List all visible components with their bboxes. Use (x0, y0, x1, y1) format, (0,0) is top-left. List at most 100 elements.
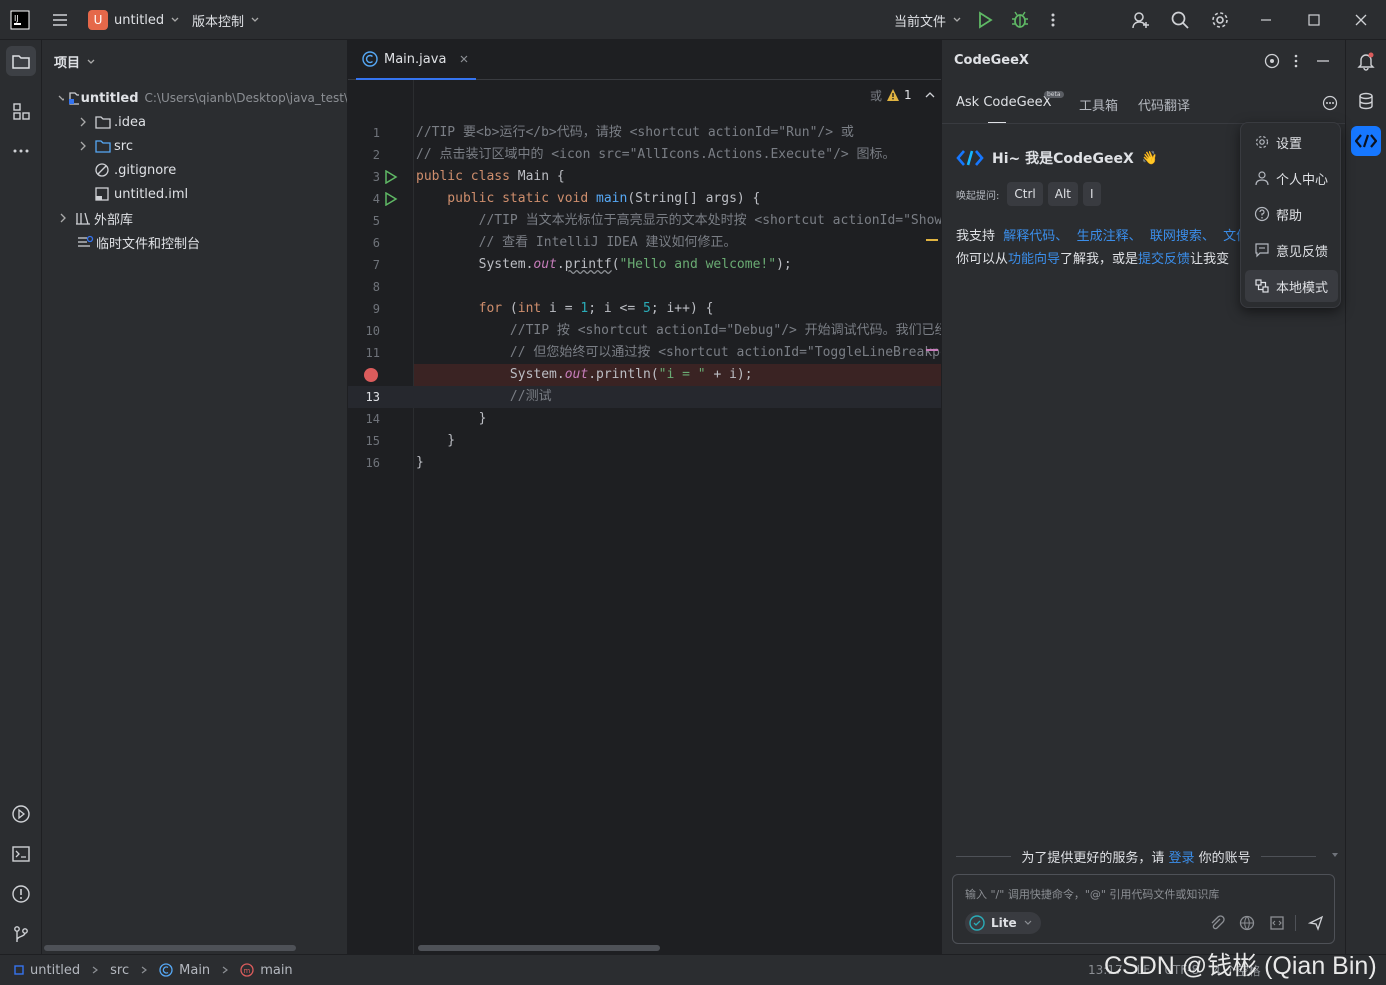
minimize-panel-icon[interactable] (1316, 53, 1330, 69)
link-web-search[interactable]: 联网搜索、 (1150, 229, 1215, 244)
tree-item-gitignore[interactable]: .gitignore (94, 158, 176, 182)
tab-code-translate[interactable]: 代码翻译 (1138, 95, 1190, 114)
problems-tool-button[interactable] (6, 879, 36, 909)
link-generate-comment[interactable]: 生成注释、 (1077, 229, 1142, 244)
method-icon: m (240, 963, 254, 977)
code-line-15: } (416, 430, 455, 452)
chevron-down-icon (87, 59, 95, 64)
menu-item-help[interactable]: 帮助 (1245, 198, 1338, 230)
tree-item-src[interactable]: src (76, 134, 133, 158)
tree-item-external-libs[interactable]: 外部库 (56, 206, 133, 230)
local-mode-icon (1255, 279, 1269, 293)
tree-item-iml[interactable]: untitled.iml (94, 182, 188, 206)
link-explain-code[interactable]: 解释代码、 (1003, 229, 1068, 244)
add-user-icon[interactable] (1131, 0, 1151, 40)
chat-input-box[interactable]: 输入 "/" 调用快捷命令，"@" 引用代码文件或知识库 Lite (952, 874, 1335, 944)
codegeex-tool-button[interactable] (1351, 126, 1381, 156)
chevron-up-icon[interactable] (924, 89, 936, 101)
inspection-widget[interactable]: 或 1 (864, 84, 941, 106)
warning-circle-icon (12, 885, 30, 903)
link-submit-feedback[interactable]: 提交反馈 (1138, 252, 1190, 267)
help-icon (1254, 206, 1270, 222)
tree-item-label: 外部库 (94, 212, 134, 228)
search-icon[interactable] (1170, 0, 1190, 40)
codegeex-title: CodeGeeX (954, 53, 1029, 68)
breadcrumb-src[interactable]: src (110, 963, 129, 978)
close-icon[interactable] (1353, 0, 1369, 40)
line-number: 3 (372, 170, 380, 184)
tab-main-java[interactable]: Main.java (356, 40, 477, 80)
breadcrumb-class[interactable]: Main (179, 963, 210, 978)
project-tool-button[interactable] (6, 46, 36, 76)
support-line: 我支持 解释代码、 生成注释、 联网搜索、 文件 (956, 225, 1246, 244)
more-tools-icon[interactable] (6, 136, 36, 166)
tree-item-scratches[interactable]: 临时文件和控制台 (76, 230, 200, 254)
source-folder-icon (95, 140, 111, 153)
terminal-tool-button[interactable] (6, 839, 36, 869)
run-gutter-icon[interactable] (384, 170, 398, 184)
link-feature-guide[interactable]: 功能向导 (1008, 252, 1060, 267)
tree-item-idea[interactable]: .idea (76, 110, 146, 134)
git-tool-button[interactable] (6, 919, 36, 949)
library-icon (76, 212, 90, 225)
menu-item-settings[interactable]: 设置 (1245, 126, 1338, 158)
change-stripe[interactable] (926, 349, 938, 351)
horizontal-scrollbar[interactable] (418, 945, 660, 951)
breakpoint-icon[interactable] (364, 368, 378, 382)
run-config-select[interactable]: 当前文件 (894, 0, 962, 40)
tab-ask-codegeex[interactable]: Ask CodeGeeX (956, 95, 1052, 110)
login-link[interactable]: 登录 (1169, 851, 1195, 866)
services-tool-button[interactable] (6, 799, 36, 829)
structure-tool-button[interactable] (6, 96, 36, 126)
code-file-icon[interactable] (1269, 915, 1285, 931)
debug-button[interactable] (1010, 0, 1030, 40)
breadcrumb-project[interactable]: untitled (30, 963, 80, 978)
code-token: + i); (705, 367, 753, 382)
code-line-10: //TIP 按 <shortcut actionId="Debug"/> 开始调… (416, 320, 941, 342)
hotkey-alt: Alt (1047, 182, 1078, 206)
warning-stripe[interactable] (926, 239, 938, 241)
warning-count: 1 (904, 88, 912, 102)
chevron-down-icon (1024, 920, 1032, 925)
breadcrumb-method[interactable]: main (260, 963, 292, 978)
menu-item-feedback[interactable]: 意见反馈 (1245, 234, 1338, 266)
database-button[interactable] (1351, 86, 1381, 116)
scroll-down-icon[interactable] (1330, 850, 1340, 860)
chevron-right-icon (80, 117, 86, 127)
chevron-down-icon (953, 17, 961, 22)
maximize-icon[interactable] (1306, 0, 1322, 40)
vcs-menu[interactable]: 版本控制 (192, 0, 260, 40)
close-icon[interactable] (458, 53, 470, 65)
more-actions-icon[interactable] (1045, 0, 1061, 40)
main-menu-icon[interactable] (50, 0, 70, 40)
horizontal-scrollbar[interactable] (44, 945, 296, 951)
line-number: 2 (372, 148, 380, 162)
tab-toolbox[interactable]: 工具箱 (1079, 95, 1118, 114)
gear-icon[interactable] (1210, 0, 1230, 40)
notifications-button[interactable] (1351, 46, 1381, 76)
project-panel-header[interactable]: 项目 (54, 52, 96, 71)
tree-item-label: 临时文件和控制台 (96, 236, 201, 252)
settings-circle-icon[interactable] (1264, 53, 1280, 69)
project-switcher[interactable]: U untitled (88, 0, 180, 40)
codegeex-logo-icon (1355, 134, 1377, 148)
menu-item-profile[interactable]: 个人中心 (1245, 162, 1338, 194)
code-token: ( (502, 301, 518, 316)
minimize-icon[interactable] (1258, 0, 1274, 40)
code-line-4: public static void main(String[] args) { (416, 188, 760, 210)
attach-icon[interactable] (1209, 915, 1225, 931)
menu-item-local-mode[interactable]: 本地模式 (1245, 270, 1338, 302)
code-area[interactable]: //TIP 要<b>运行</b>代码，请按 <shortcut actionId… (414, 80, 941, 954)
line-number: 14 (365, 412, 380, 426)
more-circle-icon[interactable] (1322, 95, 1338, 111)
web-search-icon[interactable] (1239, 915, 1255, 931)
code-token: out (533, 257, 557, 272)
mode-selector[interactable]: Lite (965, 912, 1041, 934)
learn-mid: 了解我，或是 (1060, 252, 1139, 267)
run-button[interactable] (975, 0, 995, 40)
intellij-logo-icon[interactable]: IJ (10, 0, 30, 40)
tree-root[interactable]: untitled C:\Users\qianb\Desktop\java_tes… (56, 86, 347, 110)
send-icon[interactable] (1308, 915, 1324, 931)
run-gutter-icon[interactable] (384, 192, 398, 206)
more-options-icon[interactable] (1290, 53, 1302, 69)
